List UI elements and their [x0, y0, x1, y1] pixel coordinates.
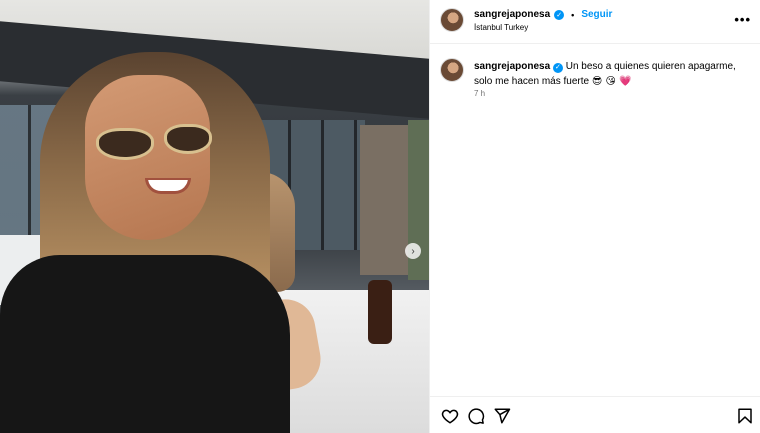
carousel-next-button[interactable]: › [405, 243, 421, 259]
follow-button[interactable]: Seguir [581, 9, 612, 20]
caption-emojis: 😎 😘 💗 [591, 76, 632, 87]
comment-button[interactable] [467, 407, 485, 425]
caption-avatar[interactable] [440, 58, 464, 82]
separator-dot: • [571, 9, 575, 20]
comment-icon [468, 408, 485, 425]
caption-text: sangrejaponesa ✓ Un beso a quienes quier… [474, 59, 754, 89]
save-button[interactable] [736, 407, 754, 425]
chevron-right-icon: › [411, 245, 415, 257]
building-pillar [360, 125, 410, 275]
sunglasses-right-lens [164, 124, 212, 154]
post-header: sangrejaponesa ✓ • Seguir İstanbul Turke… [430, 0, 760, 44]
paper-plane-icon [494, 408, 511, 424]
verified-badge-icon: ✓ [552, 62, 563, 73]
action-bar [430, 396, 760, 433]
username-link[interactable]: sangrejaponesa [474, 9, 550, 20]
post-timestamp[interactable]: 7 h [474, 89, 485, 98]
bottle [368, 280, 392, 344]
header-user-line: sangrejaponesa ✓ • Seguir [474, 9, 612, 20]
avatar[interactable] [440, 8, 464, 32]
bookmark-icon [738, 408, 752, 424]
more-horizontal-icon[interactable]: ••• [734, 12, 751, 27]
verified-badge-icon: ✓ [554, 9, 565, 20]
sunglasses-left-lens [96, 128, 154, 160]
share-button[interactable] [493, 407, 511, 425]
heart-icon [441, 409, 459, 424]
post-photo[interactable]: › [0, 0, 429, 433]
woman-face [85, 75, 210, 240]
post-side-panel: sangrejaponesa ✓ • Seguir İstanbul Turke… [429, 0, 760, 433]
woman-body [0, 255, 290, 433]
like-button[interactable] [441, 407, 459, 425]
caption-username-link[interactable]: sangrejaponesa [474, 61, 550, 72]
location-link[interactable]: İstanbul Turkey [474, 23, 528, 32]
